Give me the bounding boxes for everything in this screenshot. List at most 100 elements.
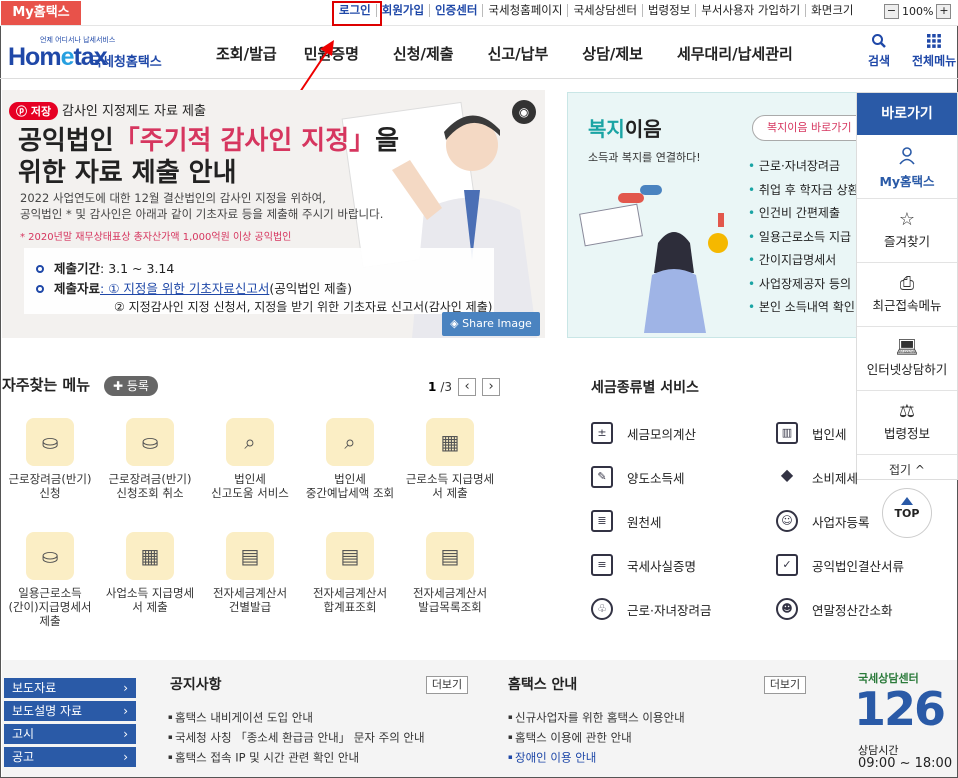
favorite-item[interactable]: ▦ 근로소득 지급명세 서 제출 — [400, 418, 500, 500]
nav-civil-certificate[interactable]: 민원증명 — [304, 43, 359, 64]
tax-fact-certificate-link[interactable]: ≡ 국세사실증명 — [591, 554, 696, 576]
coins-icon: ⛀ — [26, 418, 74, 466]
notice-item[interactable]: 홈택스 내비게이션 도입 안내 — [168, 708, 425, 728]
hometax-guide-title: 홈택스 안내 — [508, 677, 578, 693]
favorite-item[interactable]: ⌕ 법인세 중간예납세액 조회 — [300, 418, 400, 500]
nav-consult-report[interactable]: 상담/제보 — [582, 43, 643, 64]
welfare-list: 근로·자녀장려금 취업 후 학자금 상환 인건비 간편제출 일용근로소득 지급 … — [748, 155, 859, 320]
withholding-tax-link[interactable]: ≣ 원천세 — [591, 510, 662, 532]
law-info-link[interactable]: 법령정보 — [641, 4, 695, 17]
sprout-icon: ♧ — [591, 598, 613, 620]
quick-law-info[interactable]: ⚖︎ 법령정보 — [857, 391, 957, 455]
favorite-item[interactable]: ⛀ 근로장려금(반기) 신청 — [0, 418, 100, 500]
consumption-tax-link[interactable]: ◆ 소비제세 — [776, 466, 858, 488]
nts-call-center-link[interactable]: 국세상담센터 — [567, 4, 641, 17]
search-label: 검색 — [868, 54, 891, 68]
notice-item[interactable]: 홈택스 접속 IP 및 시간 관련 확인 안내 — [168, 748, 425, 768]
document-icon: ≡ — [591, 554, 613, 576]
banner-paragraph-1: 2022 사업연도에 대한 12월 결산법인의 감사인 지정을 위하여, — [20, 191, 326, 205]
zoom-level: 100% — [902, 5, 934, 18]
submission-docs-row: 제출자료: ① 지정을 위한 기초자료신고서(공익법인 제출) — [36, 278, 352, 297]
press-explanation-link[interactable]: 보도설명 자료 — [4, 701, 136, 721]
star-icon: ☆ — [898, 209, 916, 230]
welfare-item[interactable]: 본인 소득내역 확인 — [748, 296, 859, 320]
my-hometax-tab[interactable]: My홈택스 — [1, 1, 81, 25]
quick-menu-header: 바로가기 — [857, 93, 957, 135]
welfare-item[interactable]: 간이지급명세서 — [748, 249, 859, 273]
signup-link[interactable]: 회원가입 — [375, 4, 429, 17]
transfer-income-tax-link[interactable]: ✎ 양도소득세 — [591, 466, 685, 488]
welfare-item[interactable]: 인건비 간편제출 — [748, 202, 859, 226]
tax-simulation-link[interactable]: ± 세금모의계산 — [591, 422, 696, 444]
banner-title-line2: 위한 자료 제출 안내 — [18, 158, 237, 188]
favorites-title: 자주찾는 메뉴 — [2, 376, 91, 394]
dept-user-signup-link[interactable]: 부서사용자 가입하기 — [695, 4, 805, 17]
zoom-in-button[interactable]: + — [936, 4, 952, 19]
quick-fold-button[interactable]: 접기 ^ — [857, 455, 957, 485]
zoom-out-button[interactable]: − — [884, 4, 899, 19]
arrow-up-icon — [901, 497, 913, 505]
year-end-settlement-link[interactable]: ☻ 연말정산간소화 — [776, 598, 893, 620]
calendar-edit-icon: ▦ — [126, 532, 174, 580]
welfare-item[interactable]: 근로·자녀장려금 — [748, 155, 859, 179]
quick-internet-consult[interactable]: 💻︎ 인터넷상담하기 — [857, 327, 957, 391]
quick-item-label: My홈택스 — [879, 174, 935, 189]
favorite-item[interactable]: ⌕ 법인세 신고도움 서비스 — [200, 418, 300, 500]
screen-size-label: 화면크기 — [805, 4, 858, 17]
nts-homepage-link[interactable]: 국세청홈페이지 — [482, 4, 567, 17]
notice-item[interactable]: 국세청 사칭 「종소세 환급금 안내」 문자 주의 안내 — [168, 728, 425, 748]
nav-report-pay[interactable]: 신고/납부 — [488, 43, 549, 64]
nav-tax-agent[interactable]: 세무대리/납세관리 — [677, 43, 793, 64]
favorite-item[interactable]: ▦ 사업소득 지급명세 서 제출 — [100, 532, 200, 614]
favorite-item[interactable]: ▤ 전자세금계산서 건별발급 — [200, 532, 300, 614]
favorite-item[interactable]: ⛀ 근로장려금(반기) 신청조회 취소 — [100, 418, 200, 500]
call-center-box: 국세상담센터 126 상담시간 09:00 ~ 18:00 — [850, 670, 956, 776]
basic-data-report-link[interactable]: : ① 지정을 위한 기초자료신고서 — [100, 281, 269, 296]
quick-favorites[interactable]: ☆ 즐겨찾기 — [857, 199, 957, 263]
search-icon — [872, 34, 886, 48]
hometax-logo[interactable]: 언제 어디서나 납세서비스 Hometax 국세청홈택스 — [4, 31, 184, 73]
welfare-shortcut-button[interactable]: 복지이음 바로가기 — [752, 115, 862, 141]
scroll-top-button[interactable]: TOP — [882, 488, 932, 538]
guide-item[interactable]: 홈택스 이용에 관한 안내 — [508, 728, 685, 748]
welfare-item[interactable]: 사업장제공자 등의 — [748, 273, 859, 297]
favorite-item[interactable]: ⛀ 일용근로소득 (간이)지급명세서 제출 — [0, 532, 100, 628]
all-menu-button[interactable]: 전체메뉴 — [912, 33, 956, 69]
press-release-link[interactable]: 보도자료 — [4, 678, 136, 698]
welfare-banner[interactable]: 복지이음 소득과 복지를 연결하다! 복지이음 바로가기 근로·자녀장려금 취업… — [567, 92, 863, 338]
lens-icon[interactable]: ◉ — [512, 100, 536, 124]
prev-page-button[interactable]: ‹ — [458, 378, 477, 396]
cert-center-link[interactable]: 인증센터 — [429, 4, 482, 17]
header-search-button[interactable]: 검색 — [868, 33, 890, 69]
header: 언제 어디서나 납세서비스 Hometax 국세청홈택스 조회/발급 민원증명 … — [0, 27, 958, 79]
guide-list: 신규사업자를 위한 홈택스 이용안내 홈택스 이용에 관한 안내 장애인 이용 … — [508, 708, 685, 767]
calculator-search-icon: ▤ — [426, 532, 474, 580]
quick-menu: 바로가기 My홈택스 ☆ 즐겨찾기 ⎙ 최근접속메뉴 💻︎ 인터넷상담하기 ⚖︎… — [856, 92, 958, 480]
next-page-button[interactable]: › — [482, 378, 501, 396]
quick-recent-menu[interactable]: ⎙ 최근접속메뉴 — [857, 263, 957, 327]
document-edit-icon: ✎ — [591, 466, 613, 488]
guide-item[interactable]: 신규사업자를 위한 홈택스 이용안내 — [508, 708, 685, 728]
welfare-item[interactable]: 일용근로소득 지급 — [748, 226, 859, 250]
public-interest-settlement-link[interactable]: ✓ 공익법인결산서류 — [776, 554, 904, 576]
main-nav: 조회/발급 민원증명 신청/제출 신고/납부 상담/제보 세무대리/납세관리 — [216, 43, 827, 64]
share-image-button[interactable]: ◈ Share Image — [442, 312, 540, 336]
zoom-control: − 100% + — [884, 4, 952, 19]
corporate-tax-link[interactable]: ▥ 법인세 — [776, 422, 847, 444]
main-banner[interactable]: ◉ ⓟ 저장 감사인 지정제도 자료 제출 공익법인「주기적 감사인 지정」을 … — [2, 90, 545, 338]
favorite-item[interactable]: ▤ 전자세금계산서 합계표조회 — [300, 532, 400, 614]
favorite-item[interactable]: ▤ 전자세금계산서 발급목록조회 — [400, 532, 500, 614]
business-registration-link[interactable]: ☺ 사업자등록 — [776, 510, 870, 532]
notice-more-button[interactable]: 더보기 — [426, 676, 468, 694]
welfare-item[interactable]: 취업 후 학자금 상환 — [748, 179, 859, 203]
nav-apply-submit[interactable]: 신청/제출 — [393, 43, 454, 64]
nav-inquiry-issue[interactable]: 조회/발급 — [216, 43, 277, 64]
pinterest-save-button[interactable]: ⓟ 저장 — [9, 102, 59, 120]
quick-my-hometax[interactable]: My홈택스 — [857, 135, 957, 199]
favorites-register-button[interactable]: ✚ 등록 — [104, 376, 158, 396]
notification-link[interactable]: 고시 — [4, 724, 136, 744]
guide-item[interactable]: 장애인 이용 안내 — [508, 748, 685, 768]
announcement-link[interactable]: 공고 — [4, 747, 136, 767]
earned-child-credit-link[interactable]: ♧ 근로·자녀장려금 — [591, 598, 711, 620]
guide-more-button[interactable]: 더보기 — [764, 676, 806, 694]
